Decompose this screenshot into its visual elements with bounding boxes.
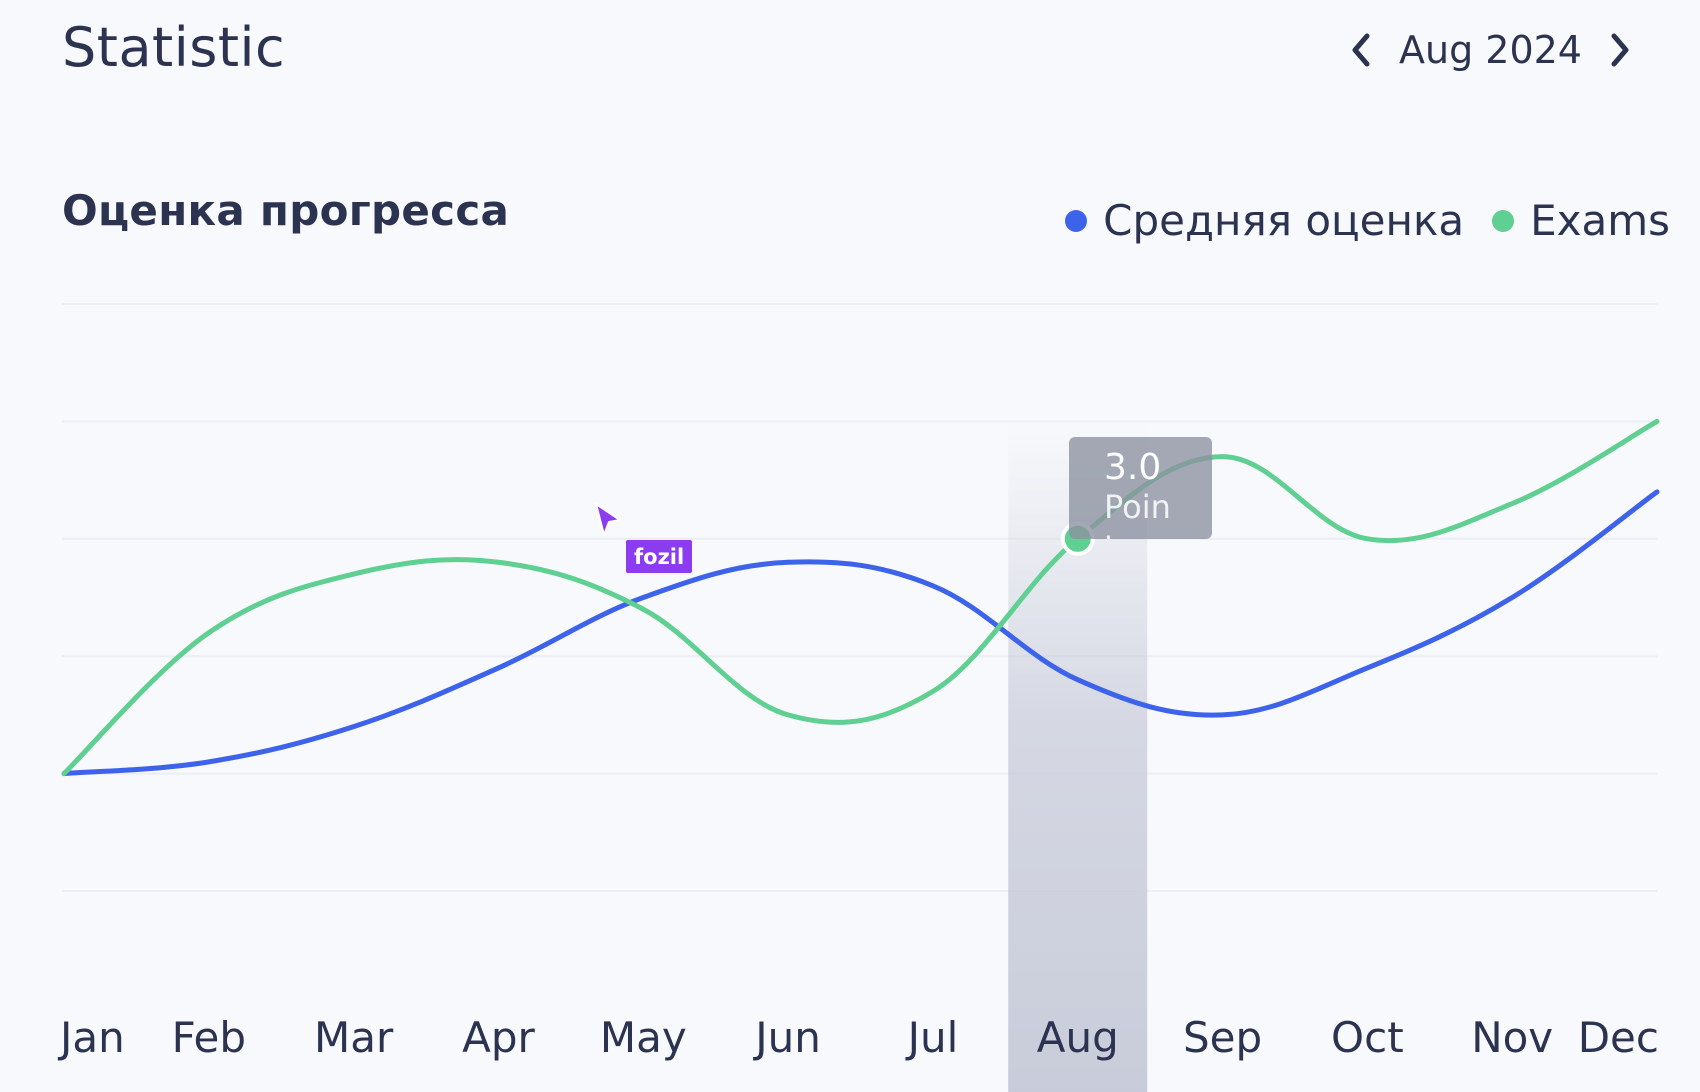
x-tick-label-may: May xyxy=(600,1013,687,1062)
x-tick-label-mar: Mar xyxy=(314,1013,394,1062)
series-line-average xyxy=(61,489,1660,777)
x-tick-label-aug: Aug xyxy=(1037,1013,1119,1062)
cursor-user-tag: fozil xyxy=(626,540,693,573)
x-tick-label-jan: Jan xyxy=(57,1013,125,1062)
x-tick-label-jun: Jun xyxy=(752,1013,821,1062)
x-tick-label-sep: Sep xyxy=(1183,1013,1262,1062)
tooltip-value: 3.0 xyxy=(1104,447,1162,488)
series-line-exams xyxy=(61,418,1660,777)
line-chart: Jan Feb Mar Apr May Jun Jul Aug Sep Oct Nov Dec xyxy=(57,303,1660,1092)
x-tick-label-dec: Dec xyxy=(1578,1013,1659,1062)
x-tick-label-oct: Oct xyxy=(1331,1013,1404,1062)
chart-tooltip: 3.0 Point xyxy=(1069,437,1212,539)
tooltip-label: Point xyxy=(1104,488,1171,539)
statistic-panel: Statistic Aug 2024 Оценка прогресса Сред… xyxy=(0,0,1700,1092)
x-tick-label-nov: Nov xyxy=(1471,1013,1553,1062)
x-tick-label-jul: Jul xyxy=(905,1013,959,1062)
x-tick-label-feb: Feb xyxy=(172,1013,246,1062)
pointer-arrow-icon xyxy=(595,503,621,536)
x-tick-label-apr: Apr xyxy=(462,1013,535,1062)
